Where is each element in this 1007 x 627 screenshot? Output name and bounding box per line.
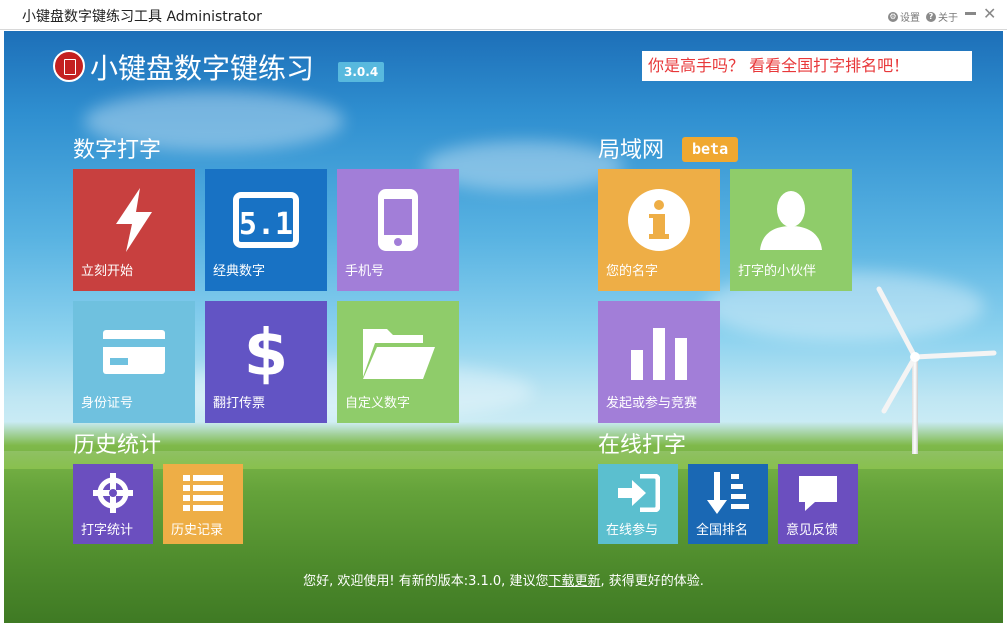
app-main: 小键盘数字键练习 3.0.4 你是高手吗？ 看看全国打字排名吧！ 数字打字 局域… <box>4 31 1003 623</box>
settings-label: 设置 <box>900 13 920 24</box>
tile-label: 历史记录 <box>171 523 224 538</box>
status-suffix: , 获得更好的体验. <box>600 574 704 589</box>
svg-text:$: $ <box>246 319 286 385</box>
id-card-icon <box>103 330 165 375</box>
section-title-history: 历史统计 <box>73 433 162 458</box>
section-title-lan: 局域网 <box>598 138 665 163</box>
sort-ranking-icon <box>707 471 749 514</box>
dollar-icon: $ <box>246 319 286 385</box>
ranking-promo-link[interactable]: 你是高手吗？ 看看全国打字排名吧！ <box>642 51 972 81</box>
tile-label: 全国排名 <box>696 523 749 538</box>
lightning-icon <box>116 188 152 253</box>
bar-chart-icon <box>631 328 687 381</box>
app-title: 小键盘数字键练习 <box>90 52 315 85</box>
status-message: 您好, 欢迎使用! 有新的版本:3.1.0, 建议您下载更新, 获得更好的体验. <box>4 570 1003 589</box>
tile-label: 发起或参与竞赛 <box>606 396 698 411</box>
tile-stats[interactable]: 打字统计 <box>73 464 153 544</box>
info-icon <box>628 189 690 252</box>
tile-ranking[interactable]: 全国排名 <box>688 464 768 544</box>
tile-label: 自定义数字 <box>345 396 411 411</box>
beta-badge: beta <box>682 137 739 162</box>
calculator-icon <box>64 59 76 75</box>
tile-partners[interactable]: 打字的小伙伴 <box>730 169 852 291</box>
tile-your-name[interactable]: 您的名字 <box>598 169 720 291</box>
window-title: 小键盘数字键练习工具 Administrator <box>22 9 262 25</box>
section-title-online: 在线打字 <box>598 433 687 458</box>
tile-classic[interactable]: 5.1 经典数字 <box>205 169 327 291</box>
tile-online-join[interactable]: 在线参与 <box>598 464 678 544</box>
tile-custom[interactable]: 自定义数字 <box>337 301 459 423</box>
folder-open-icon <box>363 329 435 380</box>
tile-label: 在线参与 <box>606 523 659 538</box>
number-51-icon: 5.1 <box>233 192 299 249</box>
settings-icon: ⚙ <box>888 11 898 22</box>
tile-label: 打字的小伙伴 <box>738 264 817 279</box>
user-icon <box>760 191 822 251</box>
tile-label: 您的名字 <box>606 264 659 279</box>
window-titlebar: 小键盘数字键练习工具 Administrator ⚙ 设置 ? 关于 ✕ <box>0 0 1007 30</box>
tile-label: 翻打传票 <box>213 396 266 411</box>
tile-id-card[interactable]: 身份证号 <box>73 301 195 423</box>
svg-text:5.1: 5.1 <box>239 207 293 242</box>
tile-label: 打字统计 <box>81 523 134 538</box>
tile-compete[interactable]: 发起或参与竞赛 <box>598 301 720 423</box>
wind-turbine-blades <box>876 286 997 414</box>
tile-history-log[interactable]: 历史记录 <box>163 464 243 544</box>
crosshair-icon <box>93 472 133 513</box>
tile-label: 立刻开始 <box>81 264 134 279</box>
minimize-button[interactable] <box>965 12 976 15</box>
tile-start-now[interactable]: 立刻开始 <box>73 169 195 291</box>
close-button[interactable]: ✕ <box>983 4 996 24</box>
tile-label: 经典数字 <box>213 264 266 279</box>
help-icon: ? <box>926 11 936 22</box>
sign-in-icon <box>618 473 660 512</box>
app-logo <box>53 50 85 82</box>
version-badge: 3.0.4 <box>338 62 385 82</box>
tile-phone[interactable]: 手机号 <box>337 169 459 291</box>
tile-label: 身份证号 <box>81 396 134 411</box>
settings-button[interactable]: ⚙ 设置 <box>888 9 920 24</box>
about-label: 关于 <box>938 13 958 24</box>
download-update-link[interactable]: 下载更新 <box>548 574 600 589</box>
chat-bubble-icon <box>799 475 837 511</box>
section-title-digital: 数字打字 <box>73 138 162 163</box>
tile-invoice[interactable]: $ 翻打传票 <box>205 301 327 423</box>
list-icon <box>183 474 223 511</box>
status-prefix: 您好, 欢迎使用! 有新的版本:3.1.0, 建议您 <box>303 574 549 589</box>
tile-label: 意见反馈 <box>786 523 839 538</box>
tile-label: 手机号 <box>345 264 385 279</box>
mobile-phone-icon <box>378 189 418 252</box>
about-button[interactable]: ? 关于 <box>926 9 958 24</box>
tile-feedback[interactable]: 意见反馈 <box>778 464 858 544</box>
